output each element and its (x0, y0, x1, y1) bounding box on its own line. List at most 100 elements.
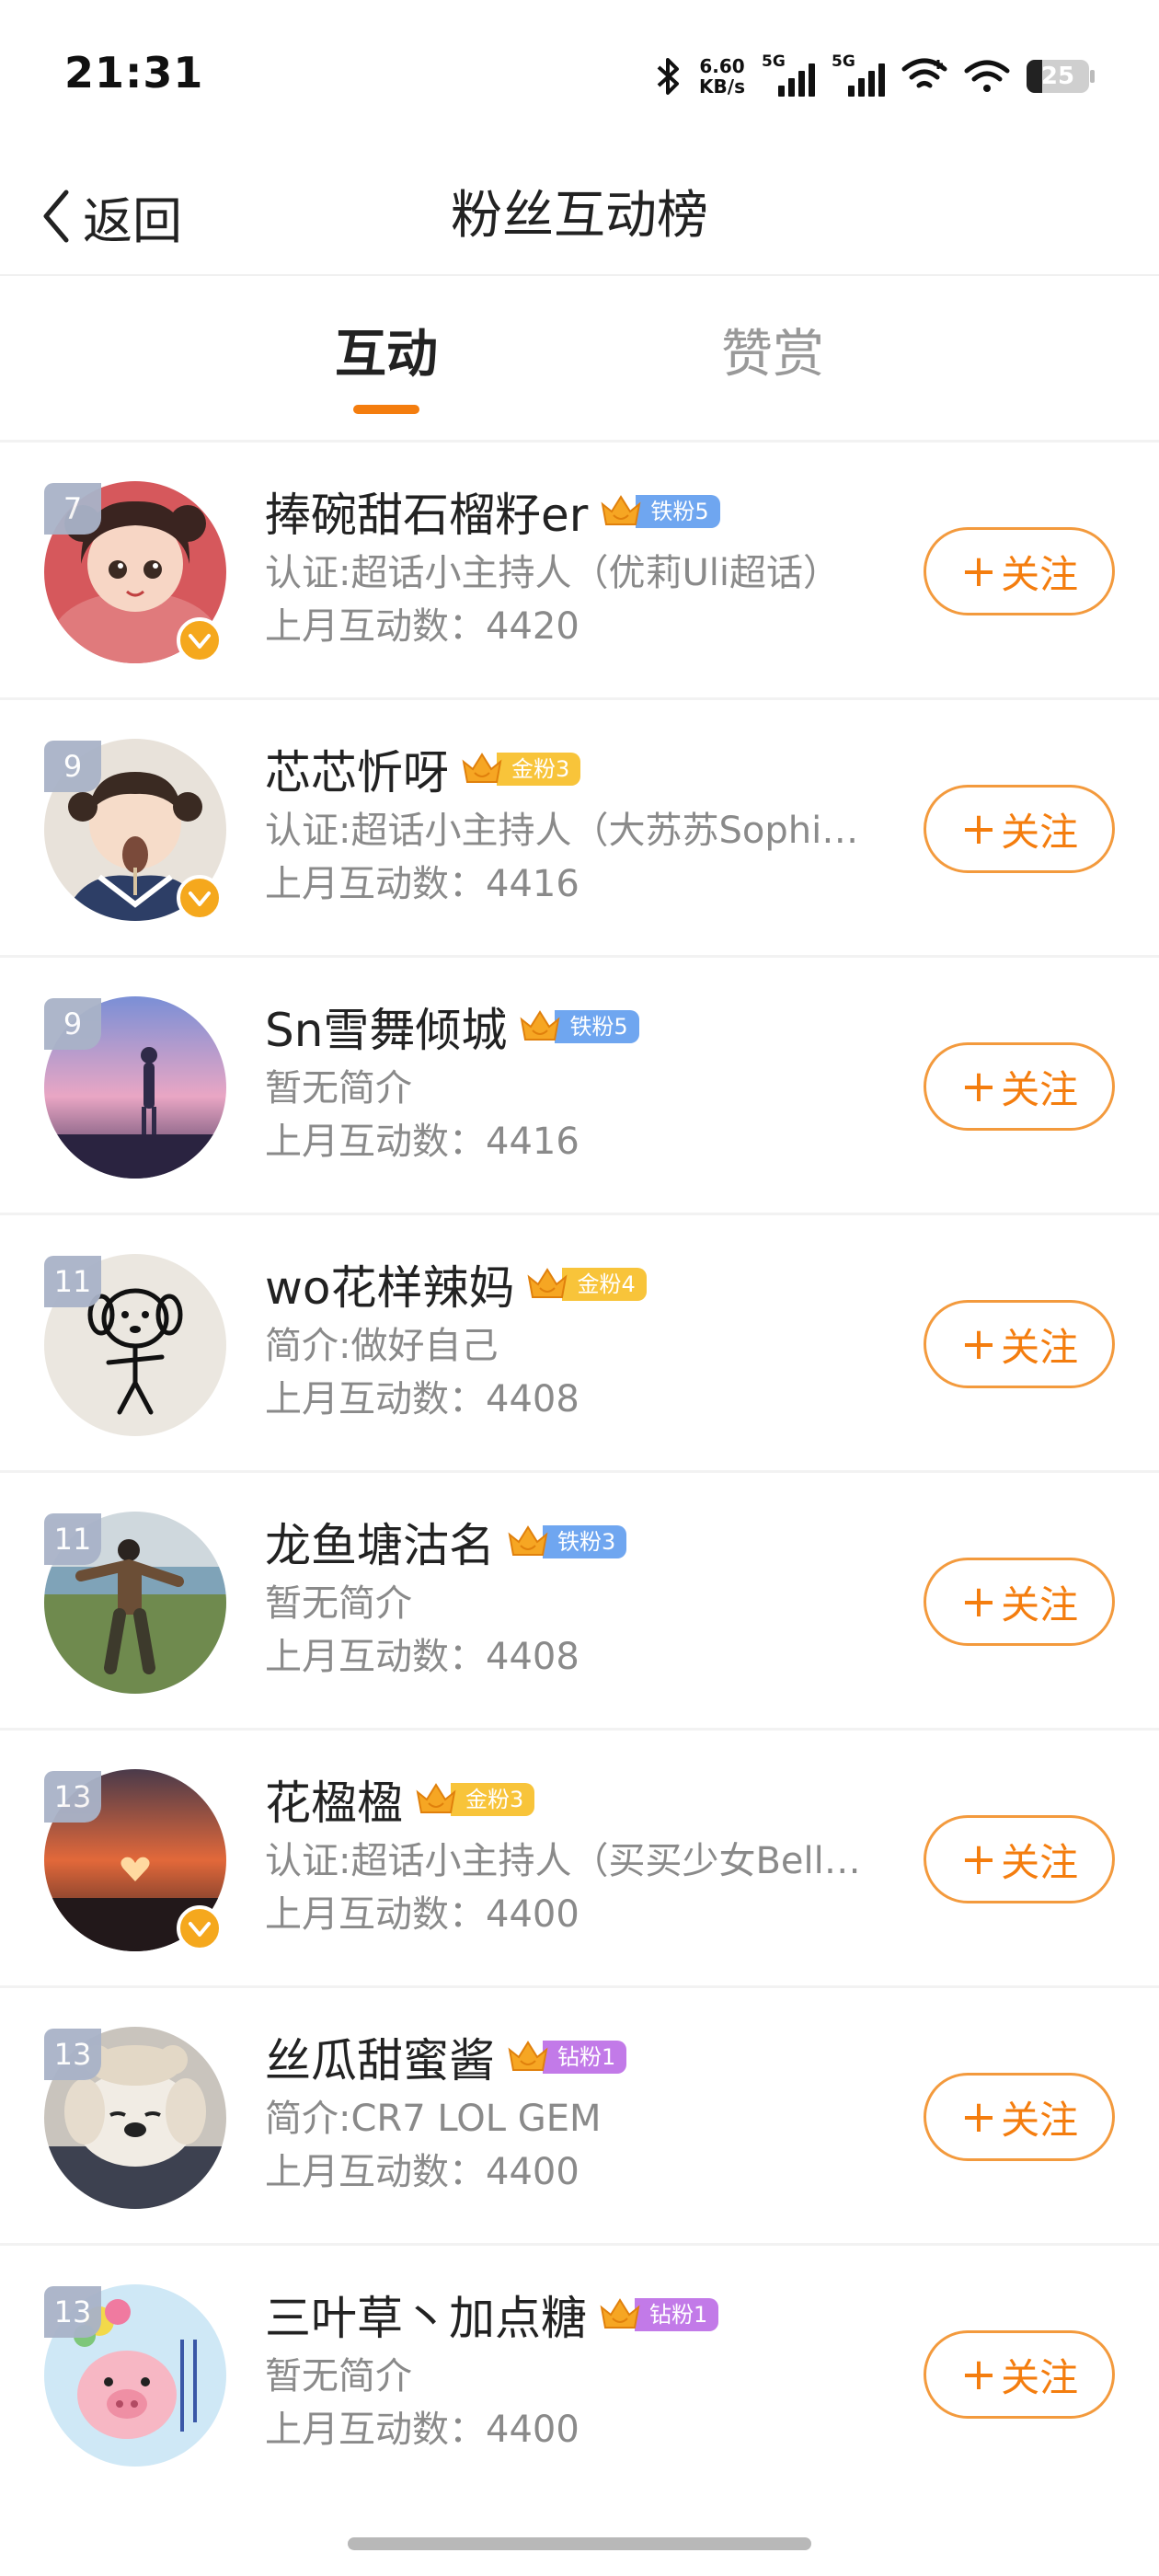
fan-level-badge[interactable]: 钻粉1 (598, 2296, 719, 2333)
fan-level-badge[interactable]: 金粉3 (414, 1781, 535, 1818)
battery-level: 25 (1040, 63, 1075, 90)
fan-level-badge[interactable]: 钻粉1 (506, 2039, 627, 2076)
crown-icon (462, 753, 502, 783)
interaction-count: 上月互动数：4416 (265, 1114, 909, 1169)
plus-icon: + (959, 546, 998, 597)
network-speed: 6.60 KB/s (699, 56, 745, 97)
interaction-count-value: 4408 (486, 1636, 580, 1678)
fan-name[interactable]: 芯芯忻呀 (265, 736, 449, 802)
fan-info: Sn雪舞倾城 铁粉5 暂无简介 上月互动数：4416 (265, 995, 909, 1169)
tab-interaction[interactable]: 互动 (294, 313, 478, 386)
follow-button[interactable]: + 关注 (924, 1558, 1115, 1646)
interaction-count-label: 上月互动数： (265, 1893, 486, 1936)
rank-badge: 11 (44, 1256, 101, 1307)
rank-badge: 9 (44, 998, 101, 1050)
fan-name[interactable]: Sn雪舞倾城 (265, 994, 507, 1060)
plus-icon: + (959, 2091, 998, 2143)
interaction-count: 上月互动数：4400 (265, 2402, 909, 2457)
plus-icon: + (959, 1834, 998, 1885)
check-icon (189, 891, 211, 906)
tab-reward[interactable]: 赞赏 (681, 313, 865, 386)
fan-level-label: 金粉3 (451, 1783, 535, 1816)
fan-name[interactable]: wo花样辣妈 (265, 1251, 514, 1317)
fan-bio: 简介:CR7 LOL GEM (265, 2098, 602, 2140)
status-bar: 21:31 6.60 KB/s 5G 5G 25 (0, 0, 1159, 156)
interaction-count-value: 4420 (486, 605, 580, 648)
fan-level-badge[interactable]: 铁粉5 (599, 493, 720, 530)
interaction-count: 上月互动数：4408 (265, 1372, 909, 1427)
follow-button[interactable]: + 关注 (924, 527, 1115, 615)
fan-info: 三叶草丶加点糖 钻粉1 暂无简介 上月互动数：4400 (265, 2283, 909, 2457)
fan-level-badge[interactable]: 铁粉5 (518, 1008, 639, 1045)
crown-icon (601, 495, 641, 525)
follow-button[interactable]: + 关注 (924, 1300, 1115, 1388)
wifi-icon (964, 60, 1010, 92)
fan-info: 花楹楹 金粉3 认证:超话小主持人（买买少女Bell… 上月互动数：4400 (265, 1767, 909, 1942)
fan-bio: 认证:超话小主持人（买买少女Bell… (265, 1840, 861, 1882)
fan-level-label: 钻粉1 (543, 2041, 627, 2074)
interaction-count-label: 上月互动数： (265, 863, 486, 905)
cellular-signal-icon: 5G (832, 52, 885, 97)
follow-label: 关注 (1001, 2354, 1079, 2400)
fan-name[interactable]: 三叶草丶加点糖 (265, 2282, 587, 2348)
interaction-count-value: 4400 (486, 2151, 580, 2193)
back-button[interactable]: 返回 (37, 177, 182, 256)
interaction-count-label: 上月互动数： (265, 605, 486, 648)
crown-icon (600, 2298, 640, 2329)
fan-name[interactable]: 丝瓜甜蜜酱 (265, 2024, 495, 2090)
list-item[interactable]: 13 三叶草丶加点糖 钻粉1 暂无简介 上月互动数：4400 + 关注 (0, 2243, 1159, 2501)
list-item[interactable]: 7 捧碗甜石榴籽er 铁粉5 认证:超话小主持人（优莉Uli超话） 上月互动数：… (0, 440, 1159, 697)
follow-button[interactable]: + 关注 (924, 2330, 1115, 2419)
follow-button[interactable]: + 关注 (924, 1042, 1115, 1131)
fan-level-label: 铁粉5 (636, 495, 720, 528)
list-item[interactable]: 11 wo花样辣妈 金粉4 简介:做好自己 上月互动数：4408 + 关注 (0, 1213, 1159, 1470)
fan-level-badge[interactable]: 铁粉3 (506, 1524, 627, 1560)
fan-name[interactable]: 花楹楹 (265, 1766, 403, 1833)
fan-info: 捧碗甜石榴籽er 铁粉5 认证:超话小主持人（优莉Uli超话） 上月互动数：44… (265, 479, 909, 654)
list-item[interactable]: 9 芯芯忻呀 金粉3 认证:超话小主持人（大苏苏Sophi… 上月互动数：441… (0, 697, 1159, 955)
crown-icon (508, 1525, 548, 1556)
verified-badge (177, 875, 223, 921)
nav-bar: 粉丝互动榜 返回 (0, 156, 1159, 276)
fan-bio: 暂无简介 (265, 2355, 412, 2398)
interaction-count: 上月互动数：4400 (265, 2145, 909, 2200)
fan-level-badge[interactable]: 金粉3 (460, 751, 581, 788)
plus-icon: + (959, 1318, 998, 1370)
crown-icon (520, 1010, 560, 1041)
plus-icon: + (959, 803, 998, 855)
crown-icon (508, 2041, 548, 2071)
follow-label: 关注 (1001, 1839, 1079, 1885)
interaction-count-value: 4408 (486, 1378, 580, 1420)
crown-icon (528, 1268, 568, 1298)
follow-button[interactable]: + 关注 (924, 1815, 1115, 1903)
fan-bio: 暂无简介 (265, 1067, 412, 1110)
list-item[interactable]: 13 丝瓜甜蜜酱 钻粉1 简介:CR7 LOL GEM 上月互动数：4400 +… (0, 1985, 1159, 2243)
check-icon (189, 634, 211, 649)
rank-badge: 13 (44, 2286, 101, 2338)
list-item[interactable]: 13 花楹楹 金粉3 认证:超话小主持人（买买少女Bell… 上月互动数：440… (0, 1728, 1159, 1985)
list-item[interactable]: 9 Sn雪舞倾城 铁粉5 暂无简介 上月互动数：4416 + 关注 (0, 955, 1159, 1213)
battery-icon: 25 (1027, 60, 1095, 93)
rank-badge: 11 (44, 1513, 101, 1565)
fan-bio: 简介:做好自己 (265, 1325, 499, 1367)
fan-name[interactable]: 捧碗甜石榴籽er (265, 478, 588, 545)
list-item[interactable]: 11 龙鱼塘沽名 铁粉3 暂无简介 上月互动数：4408 + 关注 (0, 1470, 1159, 1728)
interaction-count-value: 4416 (486, 1121, 580, 1163)
tab-bar: 互动 赞赏 (0, 276, 1159, 440)
rank-badge: 9 (44, 741, 101, 792)
active-tab-indicator (353, 405, 419, 414)
interaction-count-label: 上月互动数： (265, 1378, 486, 1420)
interaction-count: 上月互动数：4420 (265, 599, 909, 654)
fan-info: 丝瓜甜蜜酱 钻粉1 简介:CR7 LOL GEM 上月互动数：4400 (265, 2025, 909, 2200)
interaction-count-label: 上月互动数： (265, 2151, 486, 2193)
interaction-count-label: 上月互动数： (265, 2409, 486, 2451)
fan-level-label: 金粉3 (497, 753, 581, 786)
follow-label: 关注 (1001, 1324, 1079, 1370)
home-indicator[interactable] (348, 2537, 811, 2550)
fan-name[interactable]: 龙鱼塘沽名 (265, 1509, 495, 1575)
follow-button[interactable]: + 关注 (924, 785, 1115, 873)
follow-button[interactable]: + 关注 (924, 2073, 1115, 2161)
follow-label: 关注 (1001, 551, 1079, 597)
follow-label: 关注 (1001, 1066, 1079, 1112)
fan-level-badge[interactable]: 金粉4 (525, 1266, 647, 1303)
